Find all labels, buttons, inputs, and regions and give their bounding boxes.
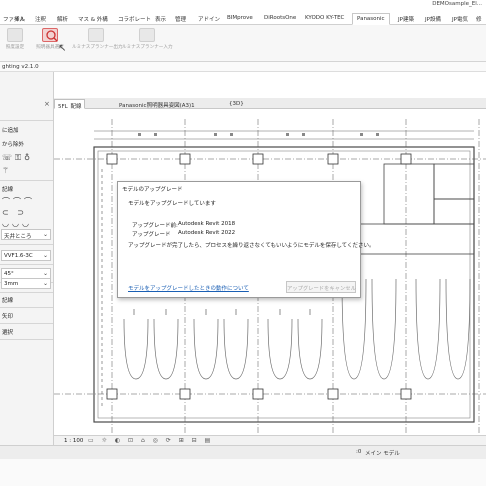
tab-manage[interactable]: 管理 [175,15,186,23]
palette-item-exclude[interactable]: から除外 [2,140,24,148]
ceiling-dropdown-value: 天井ところ [4,234,32,240]
wire-shape-icons-top[interactable]: ⌒⌒⌒ [2,196,35,207]
offset-dropdown[interactable]: 3mm ⌄ [1,278,51,289]
help-link[interactable]: モデルをアップグレードしたときの動作について [128,284,249,292]
tab-dirootsone[interactable]: DiRootsOne [264,15,296,21]
export-label: ルミナスプランナー出力 [72,45,123,50]
chevron-down-icon: ⌄ [42,270,48,277]
import-label: ルミナスプランナー入力 [122,45,173,50]
export-icon [88,28,104,42]
antenna-icon[interactable]: ⚚ [2,166,12,175]
wire-shape-icons-mid[interactable]: ⊂ ⊃ [2,208,27,217]
tab-annotate[interactable]: 注釈 [35,15,46,23]
tab-addins[interactable]: アドイン [198,15,220,23]
upgrade-to-label: アップグレード [132,232,171,238]
fixture-icons-row[interactable]: ☏⚿♁ [2,153,33,163]
tab-insert[interactable]: 挿入 [14,15,25,23]
view-tab-5fl-wiring[interactable]: 5FL_配線 [54,99,86,110]
upgrade-model-dialog: モデルのアップグレード モデルをアップグレードしています アップグレード前: A… [117,181,375,298]
panel-title-strip: ghting v2.1.0 [0,62,486,72]
status-zero: :0 [356,449,362,455]
palette-item-arrow[interactable]: 矢印 [2,312,13,320]
view-tab-fixture-sheet[interactable]: Panasonic照明器具姿図(A3)1 [116,99,198,109]
palette-item-add[interactable]: に追加 [2,126,19,134]
chevron-down-icon: ⌄ [42,231,48,238]
divider [0,292,53,293]
cancel-upgrade-button[interactable]: アップグレードをキャンセル [286,281,356,293]
upgrade-to-value: Autodesk Revit 2022 [178,230,236,236]
ribbon-panel: 照度設定 照明器具選定 ルミナスプランナー出力 ルミナスプランナー入力 ↖ [0,25,486,62]
dialog-status: モデルをアップグレードしています [128,201,216,207]
palette-item-select[interactable]: 選択 [2,328,13,336]
tab-collaborate[interactable]: コラボレート [118,15,151,23]
view-tab-3d[interactable]: {3D} [226,99,247,109]
tab-jp-mep[interactable]: JP設備 [425,15,441,23]
upgrade-from-label: アップグレード前: [132,223,178,229]
tab-analyze[interactable]: 解析 [57,15,68,23]
chevron-down-icon: ⌄ [42,280,48,287]
divider [0,339,53,340]
tab-jp-architecture[interactable]: JP建築 [398,15,414,23]
tab-view[interactable]: 表示 [155,15,166,23]
ceiling-dropdown[interactable]: 天井ところ ⌄ [1,229,51,240]
palette-item-wiring[interactable]: 記線 [2,185,13,193]
divider [0,120,53,121]
dialog-title: モデルのアップグレード [122,187,183,193]
export-button[interactable]: ルミナスプランナー出力 [72,28,123,56]
mouse-cursor-icon: ↖ [58,43,67,54]
close-icon[interactable]: × [44,100,50,108]
view-control-icons[interactable]: ▭ ☼ ◐ ⊡ ⌂ ◎ ⟳ ⊞ ⊟ ▤ [88,437,213,444]
angle-value: 45° [4,271,14,277]
document-title: DEMOsample_El... [432,1,482,7]
lux-settings-label: 照度設定 [5,45,25,50]
tab-panasonic[interactable]: Panasonic [352,13,390,25]
panel-title: ghting v2.1.0 [2,64,39,70]
divider [0,307,53,308]
palette-item-wiring-2[interactable]: 記線 [2,296,13,304]
title-bar: DEMOsample_El... [0,0,486,10]
divider [0,244,53,245]
fixture-select-icon [42,28,58,42]
divider [0,264,53,265]
lux-settings-icon [7,28,23,42]
view-control-bar: 1 : 100 ▭ ☼ ◐ ⊡ ⌂ ◎ ⟳ ⊞ ⊟ ▤ [54,435,486,445]
status-bar: :0 メイン モデル [0,445,486,459]
tab-bimprove[interactable]: BIMprove [227,15,253,21]
view-tab-bar: 5FL_配線 Panasonic照明器具姿図(A3)1 {3D} [54,98,486,110]
ribbon-tab-bar: ファイル 挿入 注釈 解析 マス & 外構 コラボレート 表示 管理 アドイン … [0,13,486,25]
cable-type-dropdown[interactable]: VVF1.6-3C ⌄ [1,250,51,261]
dialog-message: アップグレードが完了したら、プロセスを繰り返さなくてもいいようにモデルを保存して… [128,243,375,249]
bottom-area [0,459,486,486]
tab-more[interactable]: 修 [476,15,482,23]
tab-massing[interactable]: マス & 外構 [78,15,108,23]
import-button[interactable]: ルミナスプランナー入力 [122,28,173,56]
divider [0,323,53,324]
left-palette: × に追加 から除外 ☏⚿♁ ⚚ 記線 ⌒⌒⌒ ⊂ ⊃ ◡◡◡ 天井ところ ⌄ V… [0,72,54,486]
tab-jp-electrical[interactable]: JP電気 [452,15,468,23]
scale-label[interactable]: 1 : 100 [64,438,83,444]
lux-settings-button[interactable]: 照度設定 [1,28,29,56]
active-model[interactable]: メイン モデル [365,449,400,457]
cable-type-value: VVF1.6-3C [4,253,33,259]
divider [0,180,53,181]
tab-kyodo[interactable]: KYODO KY-TEC [305,15,344,21]
offset-value: 3mm [4,281,19,287]
chevron-down-icon: ⌄ [42,252,48,259]
upgrade-from-value: Autodesk Revit 2018 [178,221,236,227]
wire-shape-icons-bottom[interactable]: ◡◡◡ [2,219,32,228]
import-icon [139,28,155,42]
